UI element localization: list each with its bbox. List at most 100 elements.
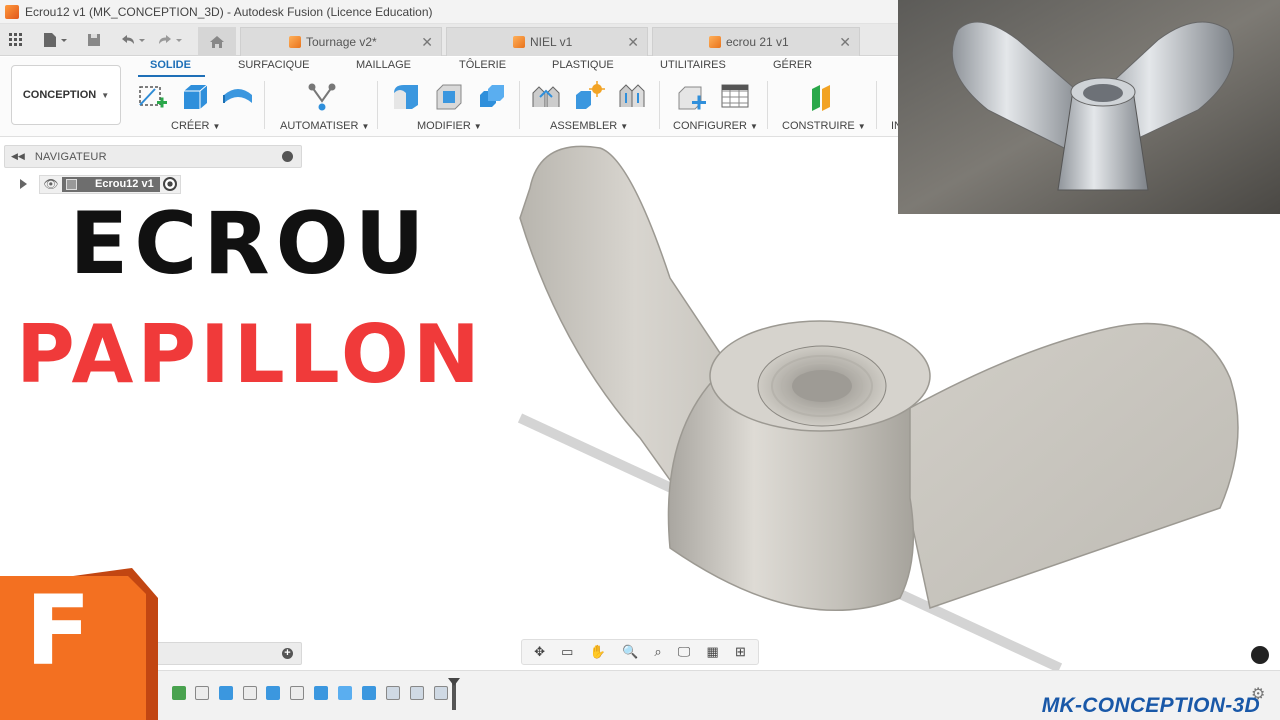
joint-icon[interactable] bbox=[573, 81, 605, 113]
timeline-extrude-icon[interactable] bbox=[219, 686, 233, 700]
viewport-model[interactable] bbox=[500, 138, 1260, 678]
active-tab-indicator bbox=[138, 75, 205, 77]
chevron-down-icon: ▼ bbox=[857, 122, 866, 131]
press-pull-icon[interactable] bbox=[390, 81, 422, 113]
navigator-panel-header[interactable]: ◀◀ NAVIGATEUR bbox=[4, 145, 302, 168]
component-cube-icon bbox=[289, 36, 301, 48]
group-automatiser[interactable]: AUTOMATISER ▼ bbox=[280, 120, 369, 132]
timeline-plane-icon[interactable] bbox=[172, 686, 186, 700]
divider bbox=[519, 81, 520, 129]
group-construire[interactable]: CONSTRUIRE ▼ bbox=[782, 120, 866, 132]
tab-niel[interactable]: NIEL v1 ✕ bbox=[446, 27, 648, 56]
tab-tournage[interactable]: Tournage v2* ✕ bbox=[240, 27, 442, 56]
zoom-icon[interactable]: 🔍 bbox=[622, 644, 638, 660]
tab-surfacique[interactable]: SURFACIQUE bbox=[238, 59, 310, 71]
group-label: ASSEMBLER bbox=[550, 120, 618, 132]
fit-icon[interactable]: ⌕ bbox=[654, 644, 661, 660]
viewcube-toggle-icon[interactable] bbox=[1251, 646, 1269, 664]
activate-radio-icon[interactable] bbox=[162, 177, 177, 191]
logo-letter: F bbox=[25, 575, 91, 687]
group-label: CRÉER bbox=[171, 120, 210, 132]
timeline-extrude-icon[interactable] bbox=[314, 686, 328, 700]
tab-ecrou21[interactable]: ecrou 21 v1 ✕ bbox=[652, 27, 860, 56]
tab-label: Tournage v2* bbox=[306, 35, 377, 49]
chevron-down-icon: ▼ bbox=[473, 122, 482, 131]
timeline-sketch-icon[interactable] bbox=[243, 686, 257, 700]
group-assembler[interactable]: ASSEMBLER ▼ bbox=[550, 120, 628, 132]
divider bbox=[767, 81, 768, 129]
chevron-down-icon: ▼ bbox=[101, 90, 110, 100]
timeline-fillet-icon[interactable] bbox=[434, 686, 448, 700]
fusion-app-icon bbox=[5, 4, 19, 19]
combine-icon[interactable] bbox=[476, 81, 508, 113]
new-component-icon[interactable] bbox=[530, 81, 562, 113]
redo-icon[interactable] bbox=[155, 30, 185, 50]
expand-arrow-icon[interactable] bbox=[20, 179, 27, 189]
look-at-icon[interactable]: ▭ bbox=[561, 644, 573, 660]
close-icon[interactable]: ✕ bbox=[839, 34, 851, 51]
display-settings-icon[interactable]: 🖵 bbox=[678, 644, 691, 660]
group-label: MODIFIER bbox=[417, 120, 471, 132]
configure-table-icon[interactable] bbox=[719, 81, 751, 113]
collapse-panel-icon[interactable]: ◀◀ bbox=[11, 151, 25, 162]
group-label: CONFIGURER bbox=[673, 120, 747, 132]
root-chip: 👁 Ecrou12 v1 bbox=[39, 174, 181, 194]
component-node[interactable]: Ecrou12 v1 bbox=[62, 176, 160, 192]
create-sketch-icon[interactable] bbox=[137, 81, 169, 113]
home-icon bbox=[210, 35, 224, 48]
timeline-thread-icon[interactable] bbox=[362, 686, 376, 700]
file-menu-icon[interactable] bbox=[40, 30, 70, 50]
tab-gerer[interactable]: GÉRER bbox=[773, 59, 812, 71]
timeline-extrude-icon[interactable] bbox=[266, 686, 280, 700]
headline-papillon: PAPILLON bbox=[16, 308, 484, 401]
add-comment-icon[interactable]: + bbox=[282, 648, 293, 659]
home-tab[interactable] bbox=[198, 27, 236, 56]
component-box-icon bbox=[66, 178, 77, 190]
construction-plane-icon[interactable] bbox=[806, 81, 838, 113]
orbit-icon[interactable]: ✥ bbox=[534, 644, 545, 660]
chevron-down-icon: ▼ bbox=[749, 122, 758, 131]
fillet-icon[interactable] bbox=[433, 81, 465, 113]
headline-ecrou: ECROU bbox=[69, 194, 431, 294]
timeline-sketch-icon[interactable] bbox=[290, 686, 304, 700]
workspace-label: CONCEPTION bbox=[22, 89, 97, 101]
timeline-fillet-icon[interactable] bbox=[386, 686, 400, 700]
undo-icon[interactable] bbox=[118, 30, 148, 50]
tab-utilitaires[interactable]: UTILITAIRES bbox=[660, 59, 726, 71]
extrude-icon[interactable] bbox=[179, 81, 211, 113]
minimize-icon[interactable] bbox=[282, 151, 293, 162]
save-icon[interactable] bbox=[85, 30, 103, 50]
browser-root-item[interactable]: 👁 Ecrou12 v1 bbox=[20, 174, 181, 194]
chevron-down-icon: ▼ bbox=[212, 122, 221, 131]
group-creer[interactable]: CRÉER ▼ bbox=[171, 120, 220, 132]
tab-tolerie[interactable]: TÔLERIE bbox=[459, 59, 506, 71]
parameters-icon[interactable] bbox=[676, 81, 708, 113]
viewports-icon[interactable]: ⊞ bbox=[735, 644, 746, 660]
workspace-switcher[interactable]: CONCEPTION ▼ bbox=[11, 65, 121, 125]
group-label: CONSTRUIRE bbox=[782, 120, 855, 132]
tab-label: ecrou 21 v1 bbox=[726, 35, 789, 49]
tab-maillage[interactable]: MAILLAGE bbox=[356, 59, 411, 71]
tab-label: NIEL v1 bbox=[530, 35, 573, 49]
pan-icon[interactable]: ✋ bbox=[590, 644, 606, 660]
close-icon[interactable]: ✕ bbox=[421, 34, 433, 51]
tab-plastique[interactable]: PLASTIQUE bbox=[552, 59, 614, 71]
timeline-sketch-icon[interactable] bbox=[195, 686, 209, 700]
tab-solide[interactable]: SOLIDE bbox=[150, 59, 191, 71]
timeline-mirror-icon[interactable] bbox=[338, 686, 352, 700]
timeline-marker[interactable] bbox=[448, 678, 460, 710]
revolve-icon[interactable] bbox=[221, 81, 253, 113]
comments-panel-header[interactable]: + bbox=[150, 642, 302, 665]
group-configurer[interactable]: CONFIGURER ▼ bbox=[673, 120, 758, 132]
automate-icon[interactable] bbox=[306, 81, 338, 113]
apps-grid-icon[interactable] bbox=[8, 30, 24, 50]
root-item-label: Ecrou12 v1 bbox=[95, 178, 154, 190]
as-built-joint-icon[interactable] bbox=[616, 81, 648, 113]
group-modifier[interactable]: MODIFIER ▼ bbox=[417, 120, 482, 132]
timeline-fillet-icon[interactable] bbox=[410, 686, 424, 700]
close-icon[interactable]: ✕ bbox=[627, 34, 639, 51]
visibility-eye-icon[interactable]: 👁 bbox=[40, 177, 62, 191]
grid-settings-icon[interactable]: ▦ bbox=[707, 644, 719, 660]
divider bbox=[264, 81, 265, 129]
component-cube-icon bbox=[709, 36, 721, 48]
